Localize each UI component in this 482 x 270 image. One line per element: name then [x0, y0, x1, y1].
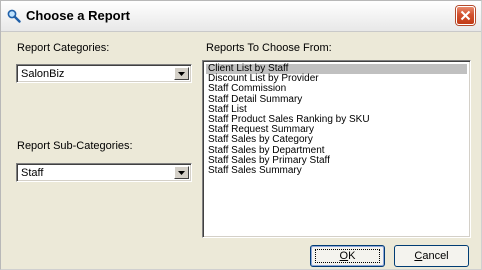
cancel-label-rest: ancel: [422, 250, 449, 262]
report-subcategories-label: Report Sub-Categories:: [17, 140, 133, 152]
report-category-select[interactable]: SalonBiz: [16, 64, 192, 83]
ok-button[interactable]: OK: [310, 245, 385, 267]
cancel-button[interactable]: Cancel: [394, 245, 469, 267]
close-icon: [460, 10, 471, 21]
title-bar[interactable]: Choose a Report: [1, 1, 481, 32]
reports-list-label: Reports To Choose From:: [206, 42, 332, 54]
report-categories-label: Report Categories:: [17, 42, 110, 54]
reports-list: Client List by Staff Discount List by Pro…: [206, 63, 467, 176]
report-category-dropdown-button[interactable]: [174, 67, 189, 80]
focus-rectangle: [315, 249, 380, 263]
chevron-down-icon: [178, 171, 185, 175]
report-list-item[interactable]: Staff Sales Summary: [206, 165, 467, 176]
report-subcategory-value: Staff: [21, 167, 44, 179]
choose-report-dialog: Choose a Report Report Categories: Salon…: [0, 0, 482, 270]
report-list-item[interactable]: Staff Sales by Category: [206, 135, 467, 145]
report-category-value: SalonBiz: [21, 68, 65, 80]
dialog-title: Choose a Report: [26, 8, 131, 23]
report-subcategory-select[interactable]: Staff: [16, 163, 192, 182]
chevron-down-icon: [178, 72, 185, 76]
report-subcategory-dropdown-button[interactable]: [174, 166, 189, 179]
close-button[interactable]: [456, 6, 475, 25]
reports-listbox[interactable]: Client List by Staff Discount List by Pro…: [202, 60, 471, 238]
magnifier-icon: [7, 9, 21, 23]
